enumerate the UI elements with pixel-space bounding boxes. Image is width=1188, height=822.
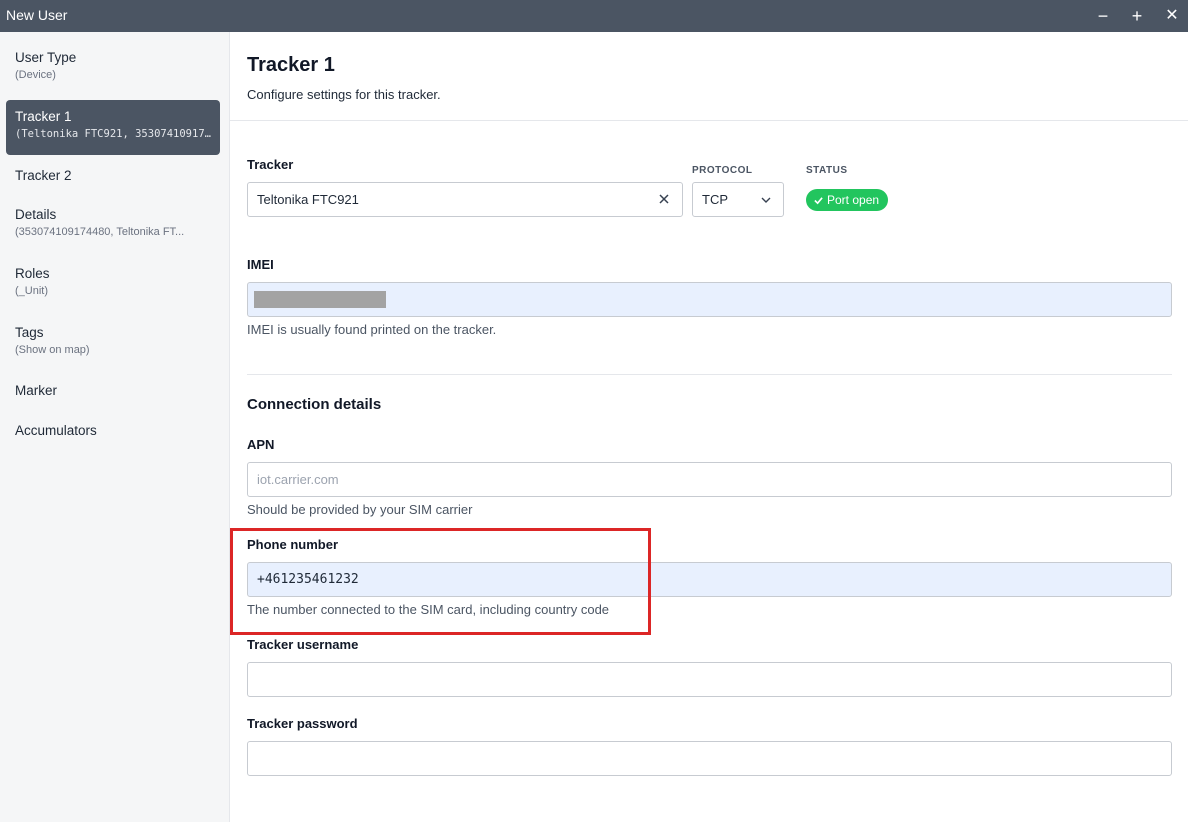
apn-input[interactable]: iot.carrier.com bbox=[247, 462, 1172, 497]
sidebar-item-label: Details bbox=[15, 207, 57, 222]
imei-input[interactable] bbox=[247, 282, 1172, 317]
apn-help: Should be provided by your SIM carrier bbox=[247, 502, 473, 517]
sidebar-item-tracker-1[interactable]: Tracker 1 (Teltonika FTC921, 35307410917… bbox=[6, 100, 220, 155]
tracker-label: Tracker bbox=[247, 157, 294, 172]
window-title: New User bbox=[6, 7, 68, 23]
sidebar-item-user-type[interactable]: User Type (Device) bbox=[6, 50, 220, 81]
sidebar-item-label: Tags bbox=[15, 325, 44, 340]
sidebar-item-label: Tracker 2 bbox=[15, 168, 72, 183]
sidebar-item-sub: (_Unit) bbox=[15, 285, 49, 297]
tracker-password-label: Tracker password bbox=[247, 716, 358, 731]
chevron-down-icon bbox=[761, 197, 771, 203]
sidebar-item-label: Marker bbox=[15, 383, 58, 398]
status-badge: Port open bbox=[806, 189, 889, 211]
section-divider bbox=[247, 374, 1172, 375]
sidebar-item-marker[interactable]: Marker bbox=[6, 383, 220, 398]
sidebar-item-sub: (Device) bbox=[15, 69, 56, 81]
sidebar-item-sub: (Teltonika FTC921, 35307410917... bbox=[15, 128, 211, 140]
phone-number-help: The number connected to the SIM card, in… bbox=[247, 602, 610, 617]
sidebar-item-tags[interactable]: Tags (Show on map) bbox=[6, 325, 220, 356]
tracker-value: Teltonika FTC921 bbox=[257, 192, 359, 207]
tracker-password-input[interactable] bbox=[247, 741, 1172, 776]
connection-details-title: Connection details bbox=[247, 396, 382, 413]
protocol-value: TCP bbox=[702, 192, 728, 207]
sidebar-item-sub: (Show on map) bbox=[15, 344, 90, 356]
apn-placeholder: iot.carrier.com bbox=[257, 472, 339, 487]
header-divider bbox=[230, 120, 1188, 121]
imei-redacted-value bbox=[254, 291, 386, 308]
phone-number-label: Phone number bbox=[247, 537, 339, 552]
status-label: STATUS bbox=[806, 165, 848, 176]
tracker-username-input[interactable] bbox=[247, 662, 1172, 697]
sidebar-item-label: Roles bbox=[15, 266, 50, 281]
sidebar-item-accumulators[interactable]: Accumulators bbox=[6, 423, 220, 438]
sidebar-item-label: User Type bbox=[15, 50, 77, 65]
sidebar-item-details[interactable]: Details (353074109174480, Teltonika FT..… bbox=[6, 207, 220, 238]
sidebar-item-roles[interactable]: Roles (_Unit) bbox=[6, 266, 220, 297]
imei-help: IMEI is usually found printed on the tra… bbox=[247, 322, 497, 337]
minimize-icon[interactable]: − bbox=[1093, 6, 1113, 26]
main-panel: Tracker 1 Configure settings for this tr… bbox=[230, 32, 1188, 822]
sidebar-item-label: Accumulators bbox=[15, 423, 97, 438]
check-icon bbox=[814, 196, 823, 204]
window-titlebar: New User − + ✕ bbox=[0, 0, 1188, 32]
sidebar: User Type (Device) Tracker 1 (Teltonika … bbox=[0, 32, 230, 822]
tracker-select[interactable]: Teltonika FTC921 bbox=[247, 182, 683, 217]
imei-label: IMEI bbox=[247, 257, 274, 272]
status-badge-text: Port open bbox=[827, 193, 880, 207]
sidebar-item-tracker-2[interactable]: Tracker 2 bbox=[6, 168, 220, 183]
sidebar-item-sub: (353074109174480, Teltonika FT... bbox=[15, 226, 185, 238]
page-title: Tracker 1 bbox=[247, 54, 335, 76]
protocol-label: PROTOCOL bbox=[692, 165, 753, 176]
protocol-select[interactable]: TCP bbox=[692, 182, 784, 217]
page-description: Configure settings for this tracker. bbox=[247, 87, 441, 102]
sidebar-item-label: Tracker 1 bbox=[15, 109, 72, 124]
phone-number-value: +461235461232 bbox=[257, 572, 359, 587]
tracker-username-label: Tracker username bbox=[247, 637, 359, 652]
maximize-icon[interactable]: + bbox=[1127, 6, 1147, 26]
phone-number-input[interactable]: +461235461232 bbox=[247, 562, 1172, 597]
close-icon[interactable] bbox=[656, 191, 672, 207]
apn-label: APN bbox=[247, 437, 275, 452]
close-window-icon[interactable]: ✕ bbox=[1162, 6, 1182, 26]
